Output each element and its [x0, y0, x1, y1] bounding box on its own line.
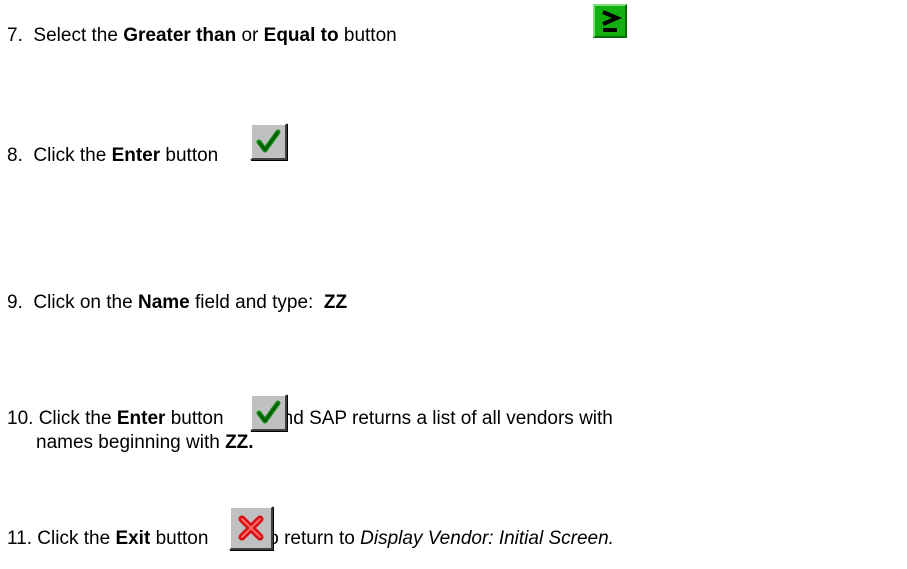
step-text: names beginning with — [36, 432, 226, 453]
step-number: 11. — [7, 528, 33, 549]
step-text: button — [150, 528, 214, 549]
equal-to-label: Equal to — [263, 25, 339, 46]
red-x-icon — [238, 515, 264, 541]
step-number: 8. — [7, 145, 23, 166]
step-10: 10. Click the Enter button and SAP retur… — [7, 408, 613, 430]
exit-label: Exit — [115, 528, 151, 549]
enter-label: Enter — [116, 408, 166, 429]
step-text: Click on the — [33, 292, 138, 313]
exit-button-icon — [229, 506, 273, 550]
step-8: 8. Click the Enter button — [7, 145, 218, 167]
initial-screen-label: Display Vendor: Initial Screen. — [360, 528, 614, 549]
step-text: Select the — [33, 25, 124, 46]
zz-value: ZZ. — [225, 432, 254, 453]
step-text: Click the — [38, 408, 117, 429]
step-text: Click the — [33, 145, 112, 166]
step-text: and SAP returns a list of all vendors wi… — [266, 408, 613, 429]
step-text: Click the — [37, 528, 116, 549]
zz-value: ZZ — [323, 292, 348, 313]
step-10-continued: names beginning with ZZ. — [36, 432, 254, 454]
checkmark-icon — [256, 129, 281, 153]
step-number: 9. — [7, 292, 23, 313]
greater-equal-icon — [593, 4, 627, 38]
enter-label: Enter — [111, 145, 161, 166]
step-text: button — [165, 408, 229, 429]
checkmark-icon — [256, 400, 281, 424]
step-number: 7. — [7, 25, 23, 46]
enter-button-icon — [250, 123, 287, 160]
step-text: field and type: — [189, 292, 324, 313]
step-text: button — [160, 145, 219, 166]
greater-than-label: Greater than — [123, 25, 237, 46]
enter-button-icon — [250, 394, 287, 431]
step-text: or — [236, 25, 264, 46]
step-text: to return to — [257, 528, 361, 549]
step-11: 11. Click the Exit button to return to D… — [7, 528, 614, 550]
step-9: 9. Click on the Name field and type: ZZ — [7, 292, 347, 314]
name-label: Name — [137, 292, 190, 313]
step-text: button — [338, 25, 397, 46]
step-7: 7. Select the Greater than or Equal to b… — [7, 25, 397, 47]
step-number: 10. — [7, 408, 34, 429]
